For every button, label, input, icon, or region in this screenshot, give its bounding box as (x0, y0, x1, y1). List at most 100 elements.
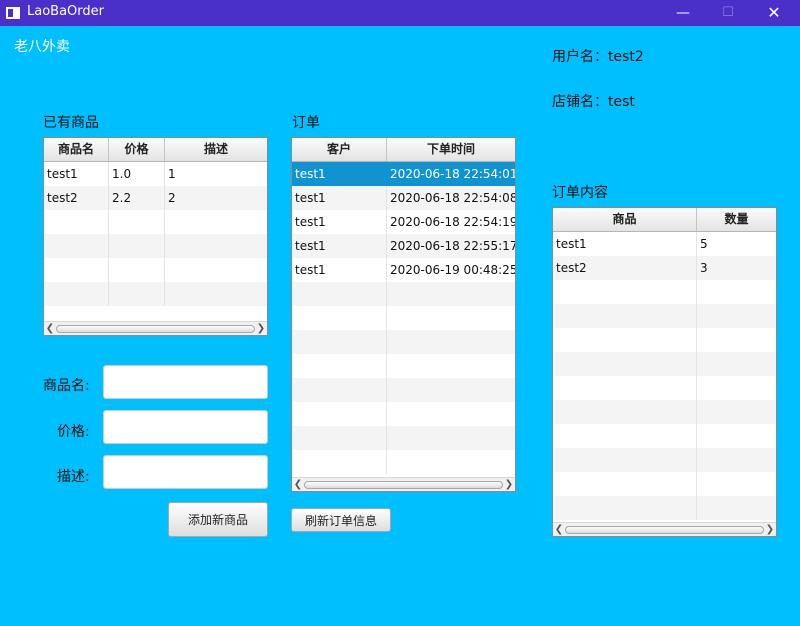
table-row[interactable] (44, 282, 267, 306)
refresh-orders-button[interactable]: 刷新订单信息 (291, 508, 391, 532)
products-table[interactable]: 商品名 价格 描述 test1 1.0 1 test2 2.2 2 ❮ ❯ (43, 137, 268, 336)
col-quantity[interactable]: 数量 (697, 208, 776, 231)
table-row[interactable] (553, 400, 776, 424)
table-row[interactable] (44, 210, 267, 234)
table-row[interactable]: test1 2020-06-18 22:54:01 (292, 162, 515, 186)
table-row[interactable]: test1 2020-06-19 00:48:25 (292, 258, 515, 282)
table-row[interactable] (553, 496, 776, 520)
minimize-icon[interactable]: — (660, 0, 706, 26)
table-row[interactable] (553, 304, 776, 328)
add-product-button[interactable]: 添加新商品 (168, 502, 268, 537)
table-row[interactable]: test2 3 (553, 256, 776, 280)
scroll-right-icon[interactable]: ❯ (764, 523, 776, 536)
table-cell: 1.0 (109, 162, 165, 186)
table-cell (387, 450, 515, 474)
table-row[interactable] (44, 234, 267, 258)
products-title: 已有商品 (43, 115, 99, 131)
table-row[interactable] (553, 352, 776, 376)
close-icon[interactable]: ✕ (751, 0, 797, 26)
table-row[interactable] (292, 354, 515, 378)
maximize-icon[interactable]: ☐ (705, 0, 751, 26)
table-cell (553, 304, 697, 328)
scroll-thumb[interactable] (56, 325, 255, 333)
table-row[interactable]: test1 5 (553, 232, 776, 256)
table-cell (292, 378, 387, 402)
table-row[interactable] (292, 378, 515, 402)
table-cell (292, 282, 387, 306)
product-name-input[interactable] (103, 365, 268, 399)
table-cell (292, 354, 387, 378)
table-cell: 2020-06-18 22:54:08 (390, 191, 515, 205)
name-label: 商品名: (43, 378, 90, 394)
table-row[interactable]: test2 2.2 2 (44, 186, 267, 210)
products-hscrollbar[interactable]: ❮ ❯ (44, 321, 267, 335)
table-row[interactable] (553, 448, 776, 472)
table-cell (165, 258, 267, 282)
table-cell (553, 472, 697, 496)
orders-table[interactable]: 客户 下单时间 test1 2020-06-18 22:54:01 test1 202… (291, 137, 516, 492)
title-bar[interactable]: LaoBaOrder — ☐ ✕ (0, 0, 800, 26)
price-label: 价格: (57, 424, 90, 440)
description-input[interactable] (103, 455, 268, 489)
table-row[interactable] (553, 424, 776, 448)
table-row[interactable] (292, 402, 515, 426)
table-cell (697, 496, 776, 520)
table-cell (387, 306, 515, 330)
table-cell: 2.2 (109, 186, 165, 210)
col-item[interactable]: 商品 (553, 208, 697, 231)
scroll-thumb[interactable] (565, 526, 764, 534)
scroll-thumb[interactable] (304, 481, 503, 489)
products-table-header: 商品名 价格 描述 (44, 138, 267, 162)
scroll-left-icon[interactable]: ❮ (44, 322, 56, 335)
table-row[interactable]: test1 2020-06-18 22:54:08 (292, 186, 515, 210)
table-cell (697, 352, 776, 376)
table-cell (387, 330, 515, 354)
col-order-time[interactable]: 下单时间 (387, 138, 515, 161)
table-cell: 2020-06-18 22:55:17 (390, 239, 515, 253)
table-row[interactable] (292, 450, 515, 474)
col-product-name[interactable]: 商品名 (44, 138, 109, 161)
table-row[interactable] (44, 258, 267, 282)
col-description[interactable]: 描述 (165, 138, 267, 161)
table-cell: 1 (168, 167, 176, 181)
table-row[interactable] (553, 328, 776, 352)
table-row[interactable] (553, 376, 776, 400)
price-input[interactable] (103, 410, 268, 444)
table-row[interactable]: test1 1.0 1 (44, 162, 267, 186)
table-cell (553, 352, 697, 376)
table-cell (292, 402, 387, 426)
table-cell: test1 (553, 232, 697, 256)
table-cell: test1 (292, 234, 387, 258)
table-cell: 3 (700, 261, 708, 275)
table-cell (697, 280, 776, 304)
table-row[interactable] (292, 282, 515, 306)
table-row[interactable]: test1 2020-06-18 22:54:19 (292, 210, 515, 234)
scroll-left-icon[interactable]: ❮ (292, 478, 304, 491)
table-row[interactable] (553, 280, 776, 304)
table-cell (697, 304, 776, 328)
order-content-hscrollbar[interactable]: ❮ ❯ (553, 522, 776, 536)
table-cell (387, 426, 515, 450)
table-cell: 2020-06-18 22:54:01 (390, 167, 515, 181)
table-cell (44, 234, 109, 258)
col-customer[interactable]: 客户 (292, 138, 387, 161)
table-row[interactable]: test1 2020-06-18 22:55:17 (292, 234, 515, 258)
table-cell (387, 282, 515, 306)
orders-hscrollbar[interactable]: ❮ ❯ (292, 477, 515, 491)
table-cell: test1 (292, 210, 387, 234)
scroll-left-icon[interactable]: ❮ (553, 523, 565, 536)
table-row[interactable] (292, 306, 515, 330)
table-cell: 2020-06-18 22:54:19 (390, 215, 515, 229)
table-cell (165, 282, 267, 306)
table-cell (387, 402, 515, 426)
table-cell (165, 234, 267, 258)
scroll-right-icon[interactable]: ❯ (503, 478, 515, 491)
table-cell (553, 448, 697, 472)
table-row[interactable] (292, 426, 515, 450)
table-row[interactable] (292, 330, 515, 354)
order-content-table[interactable]: 商品 数量 test1 5 test2 3 ❮ ❯ (552, 207, 777, 537)
col-price[interactable]: 价格 (109, 138, 165, 161)
table-row[interactable] (553, 472, 776, 496)
scroll-right-icon[interactable]: ❯ (255, 322, 267, 335)
order-content-table-header: 商品 数量 (553, 208, 776, 232)
